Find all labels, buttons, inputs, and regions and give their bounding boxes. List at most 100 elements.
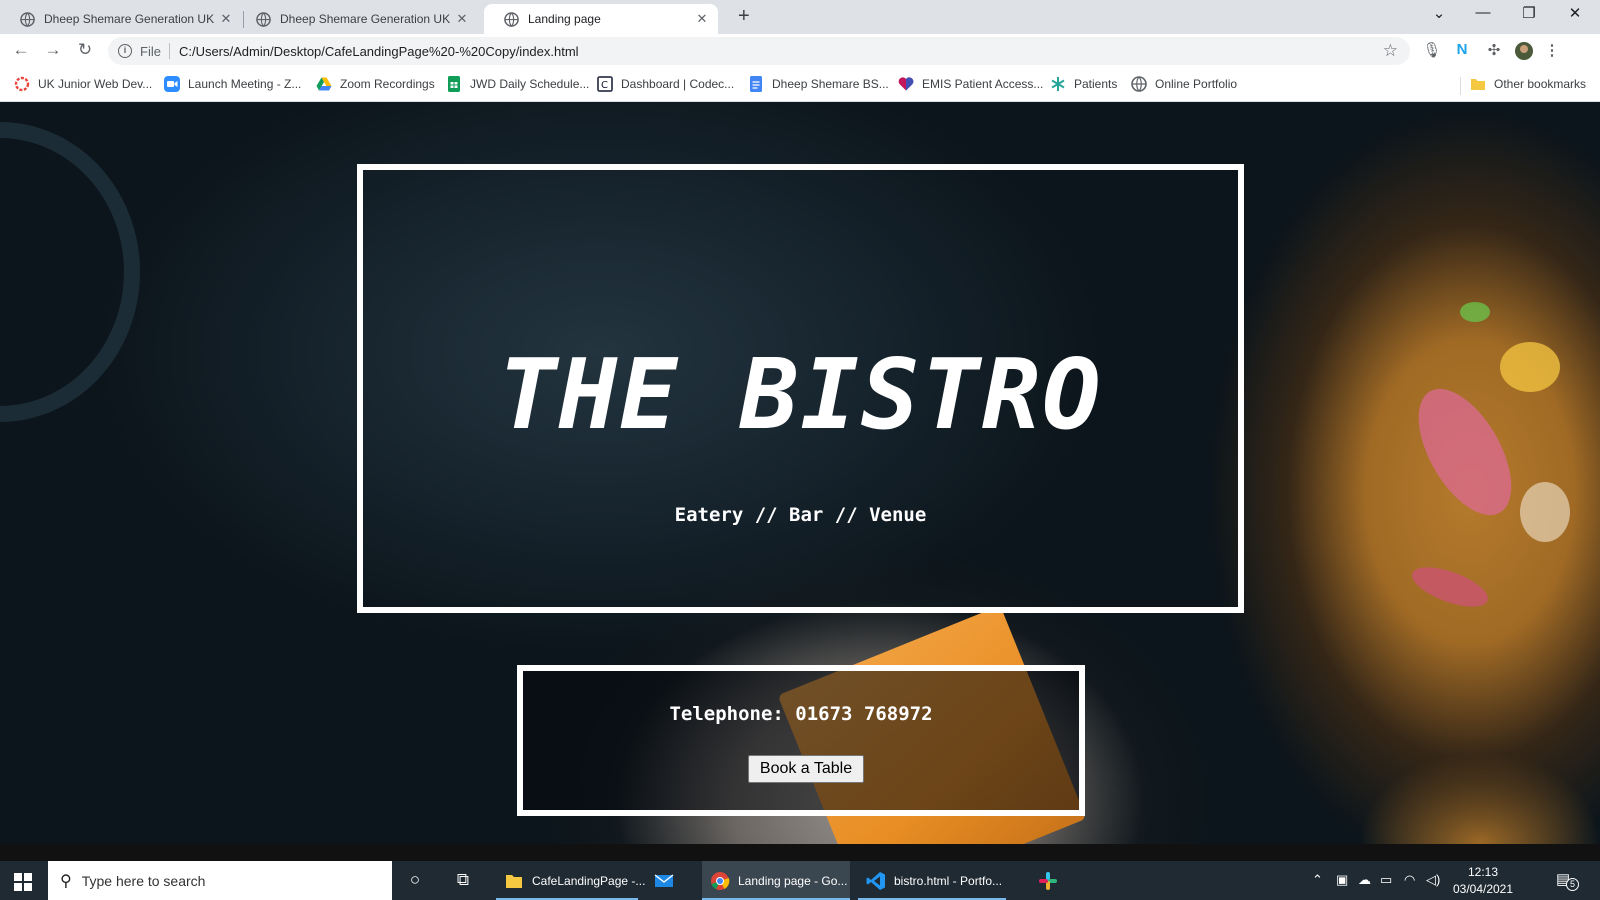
taskbar: ⚲ Type here to search ○ ⧉ CafeLandingPag…	[0, 861, 1600, 900]
clock-time: 12:13	[1467, 865, 1499, 879]
address-divider	[168, 43, 170, 59]
show-hidden-icons-icon[interactable]: ⌃	[1312, 872, 1323, 888]
notification-count: 5	[1566, 878, 1579, 891]
bookmarks-divider	[1460, 77, 1461, 95]
bookmark-item[interactable]: Zoom Recordings	[316, 76, 435, 92]
tab-generation-1[interactable]: Dheep Shemare Generation UK P ✕	[0, 4, 242, 34]
background-plate	[0, 122, 140, 422]
ring-icon	[14, 76, 30, 92]
bookmark-item[interactable]: Launch Meeting - Z...	[164, 76, 301, 92]
bookmark-star-icon[interactable]: ☆	[1383, 41, 1398, 61]
page-subtitle: Eatery // Bar // Venue	[674, 504, 927, 526]
address-bar[interactable]: i File C:/Users/Admin/Desktop/CafeLandin…	[108, 37, 1410, 65]
folder-icon	[506, 874, 522, 888]
wifi-icon[interactable]: ◠	[1404, 872, 1415, 888]
globe-icon	[256, 11, 271, 27]
folder-icon	[1471, 79, 1485, 90]
bookmark-item[interactable]: JWD Daily Schedule...	[446, 76, 589, 92]
taskbar-app-label: bistro.html - Portfo...	[894, 873, 1003, 888]
bookmark-item[interactable]: C Dashboard | Codec...	[597, 76, 734, 92]
vscode-icon	[866, 871, 885, 890]
search-placeholder: Type here to search	[81, 872, 206, 889]
zoom-icon	[164, 76, 180, 92]
hero-frame: THE BISTRO Eatery // Bar // Venue	[357, 164, 1244, 613]
tab-label: Landing page	[528, 12, 601, 26]
tab-landing-page[interactable]: Landing page ✕	[484, 4, 718, 34]
background-food-image	[1399, 373, 1531, 531]
bookmark-label: Dheep Shemare BS...	[772, 77, 889, 91]
taskbar-app-label: Landing page - Go...	[738, 873, 848, 888]
bookmark-item[interactable]: Online Portfolio	[1131, 76, 1237, 92]
reload-button[interactable]: ↻	[74, 40, 96, 60]
page-title: THE BISTRO	[498, 338, 1103, 451]
close-icon[interactable]: ✕	[694, 11, 710, 27]
onedrive-icon[interactable]: ☁	[1358, 872, 1371, 888]
bookmark-label: Dashboard | Codec...	[621, 77, 735, 91]
tab-strip: Dheep Shemare Generation UK P ✕ Dheep Sh…	[0, 0, 1600, 34]
bookmark-item[interactable]: EMIS Patient Access...	[898, 76, 1043, 92]
search-icon: ⚲	[60, 872, 72, 890]
system-clock[interactable]: 12:13 03/04/2021	[1448, 864, 1518, 898]
address-url[interactable]: C:/Users/Admin/Desktop/CafeLandingPage%2…	[179, 44, 579, 59]
close-icon[interactable]: ✕	[454, 11, 470, 27]
svg-text:C: C	[601, 80, 608, 91]
other-bookmarks[interactable]: Other bookmarks	[1470, 76, 1586, 92]
taskbar-app-mail[interactable]	[646, 861, 686, 900]
snowflake-icon	[1051, 77, 1065, 91]
address-scheme: File	[140, 43, 161, 59]
bookmark-item[interactable]: UK Junior Web Dev...	[14, 76, 152, 92]
windows-start-icon[interactable]	[14, 873, 32, 891]
battery-icon[interactable]: ▭	[1380, 872, 1392, 888]
back-button[interactable]: ←	[10, 40, 32, 60]
bookmark-label: Launch Meeting - Z...	[188, 77, 302, 91]
microphone-icon[interactable]: 🎙	[1422, 41, 1442, 61]
bookmark-item[interactable]: Dheep Shemare BS...	[748, 76, 889, 92]
background-food-image	[1460, 302, 1490, 322]
tab-search-icon[interactable]: ⌄	[1424, 4, 1454, 22]
contact-frame: Telephone: 01673 768972 Book a Table	[517, 665, 1085, 816]
tab-label: Dheep Shemare Generation UK P	[44, 12, 218, 26]
avatar[interactable]	[1514, 41, 1534, 61]
background-food-image	[1500, 342, 1560, 392]
taskbar-app-chrome[interactable]: Landing page - Go...	[702, 861, 850, 900]
mail-icon	[654, 873, 674, 887]
info-icon[interactable]: i	[118, 44, 132, 58]
globe-icon	[20, 11, 35, 27]
bookmark-label: EMIS Patient Access...	[922, 77, 1044, 91]
forward-button[interactable]: →	[42, 40, 64, 60]
tab-label: Dheep Shemare Generation UK P	[280, 12, 454, 26]
close-icon[interactable]: ✕	[218, 11, 234, 27]
taskbar-search-input[interactable]: ⚲ Type here to search	[48, 861, 392, 900]
clock-date: 03/04/2021	[1452, 882, 1514, 896]
notification-center-icon[interactable]: ▤ 5	[1556, 870, 1579, 891]
landing-page: THE BISTRO Eatery // Bar // Venue Teleph…	[0, 102, 1600, 844]
background-food-image	[1520, 482, 1570, 542]
cortana-icon[interactable]: ○	[404, 870, 426, 892]
taskbar-app-file-explorer[interactable]: CafeLandingPage -...	[496, 861, 645, 900]
volume-icon[interactable]: ◁)	[1426, 872, 1440, 888]
menu-kebab-icon[interactable]: ⋮	[1542, 41, 1562, 61]
bookmark-label: Patients	[1074, 77, 1118, 91]
meet-now-icon[interactable]: ▣	[1336, 872, 1348, 888]
drive-icon	[316, 77, 332, 91]
taskbar-app-vscode[interactable]: bistro.html - Portfo...	[858, 861, 1006, 900]
book-table-button[interactable]: Book a Table	[748, 755, 864, 783]
bookmarks-bar: UK Junior Web Dev... Launch Meeting - Z.…	[0, 68, 1600, 102]
minimize-button[interactable]: —	[1468, 4, 1498, 21]
restore-button[interactable]: ❐	[1514, 4, 1544, 22]
close-window-button[interactable]: ✕	[1560, 4, 1590, 22]
extension-n-icon[interactable]: N	[1452, 41, 1472, 61]
slack-icon	[1039, 871, 1057, 890]
extensions-puzzle-icon[interactable]: ✣	[1484, 41, 1504, 61]
task-view-icon[interactable]: ⧉	[452, 870, 474, 892]
taskbar-app-slack[interactable]	[1030, 861, 1070, 900]
bookmark-label: Zoom Recordings	[340, 77, 435, 91]
browser-toolbar: ← → ↻ i File C:/Users/Admin/Desktop/Cafe…	[0, 34, 1600, 68]
chrome-icon	[711, 871, 730, 890]
tab-generation-2[interactable]: Dheep Shemare Generation UK P ✕	[236, 4, 478, 34]
bookmark-item[interactable]: Patients	[1050, 76, 1117, 92]
sheets-icon	[448, 76, 460, 92]
bookmark-label: JWD Daily Schedule...	[470, 77, 590, 91]
taskbar-app-label: CafeLandingPage -...	[532, 873, 646, 888]
new-tab-button[interactable]: +	[738, 5, 750, 28]
